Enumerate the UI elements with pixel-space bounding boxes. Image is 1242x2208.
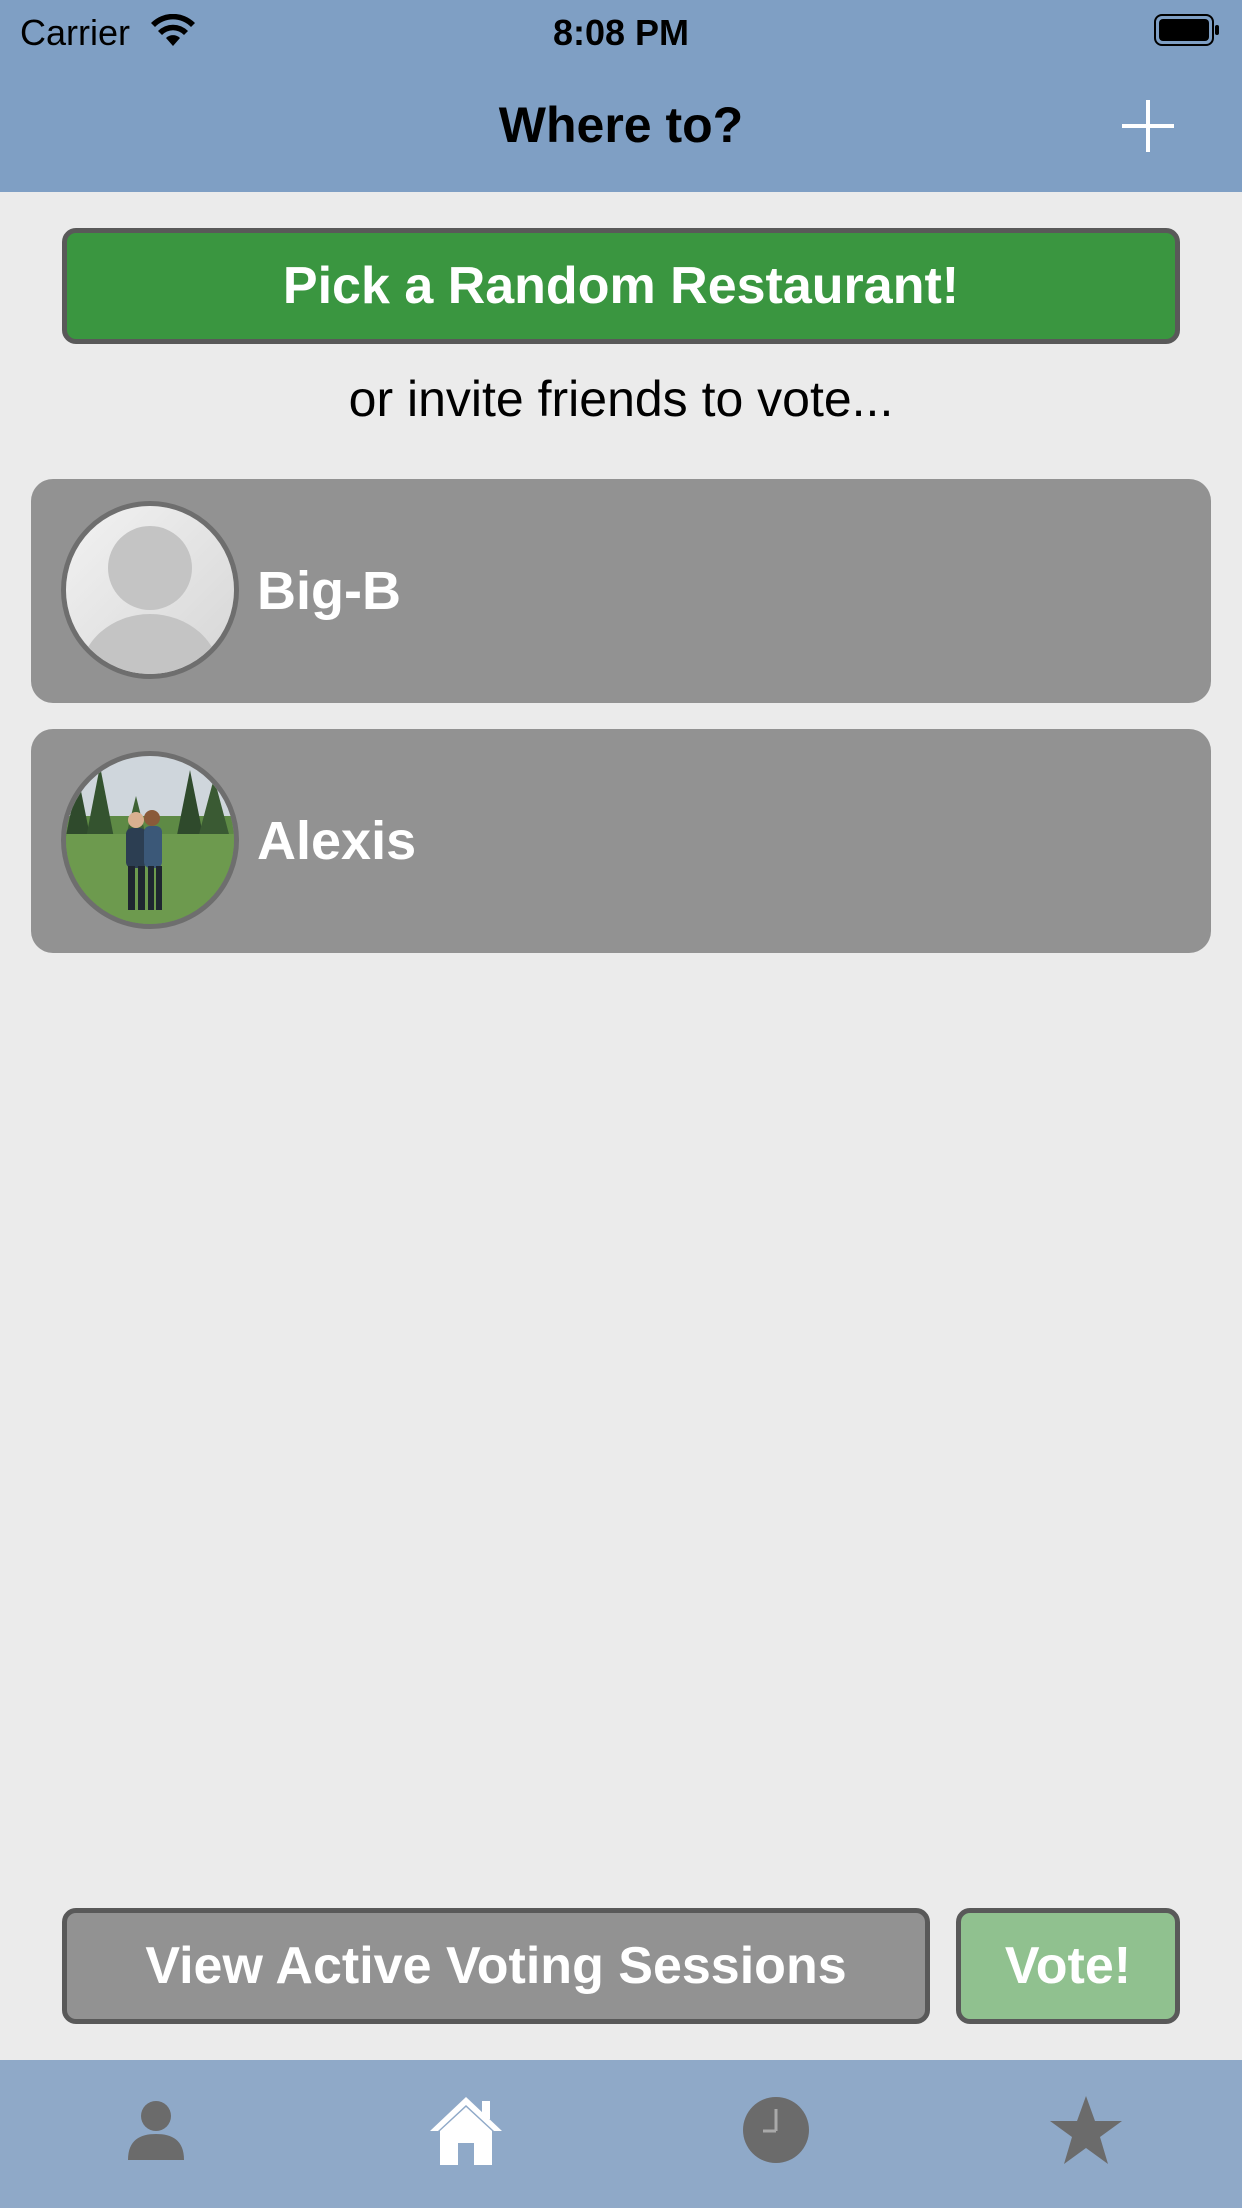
- friend-name: Alexis: [257, 811, 417, 871]
- star-icon: [1050, 2096, 1122, 2164]
- photo-avatar: [61, 751, 239, 929]
- battery-icon: [1154, 14, 1219, 46]
- status-time: 8:08 PM: [552, 12, 690, 53]
- home-icon: [430, 2097, 502, 2165]
- tab-history[interactable]: [726, 2080, 826, 2180]
- friend-name: Big-B: [257, 561, 401, 621]
- default-avatar-icon: [61, 501, 239, 679]
- random-restaurant-button[interactable]: Pick a Random Restaurant!: [62, 228, 1180, 344]
- tab-favorites[interactable]: [1036, 2080, 1136, 2180]
- friend-row[interactable]: Big-B: [31, 479, 1211, 703]
- view-active-voting-sessions-button[interactable]: View Active Voting Sessions: [62, 1908, 930, 2024]
- top-bar: Carrier 8:08 PM Where to?: [0, 0, 1242, 192]
- plus-icon[interactable]: [1118, 96, 1178, 156]
- friend-row[interactable]: Alexis: [31, 729, 1211, 953]
- invite-text: or invite friends to vote...: [348, 371, 894, 427]
- tab-bar: [0, 2060, 1242, 2208]
- tab-home[interactable]: [416, 2080, 516, 2180]
- vote-button[interactable]: Vote!: [956, 1908, 1180, 2024]
- clock-icon: [743, 2097, 809, 2163]
- person-icon: [128, 2101, 184, 2160]
- page-title: Where to?: [498, 97, 744, 153]
- tab-profile[interactable]: [106, 2080, 206, 2180]
